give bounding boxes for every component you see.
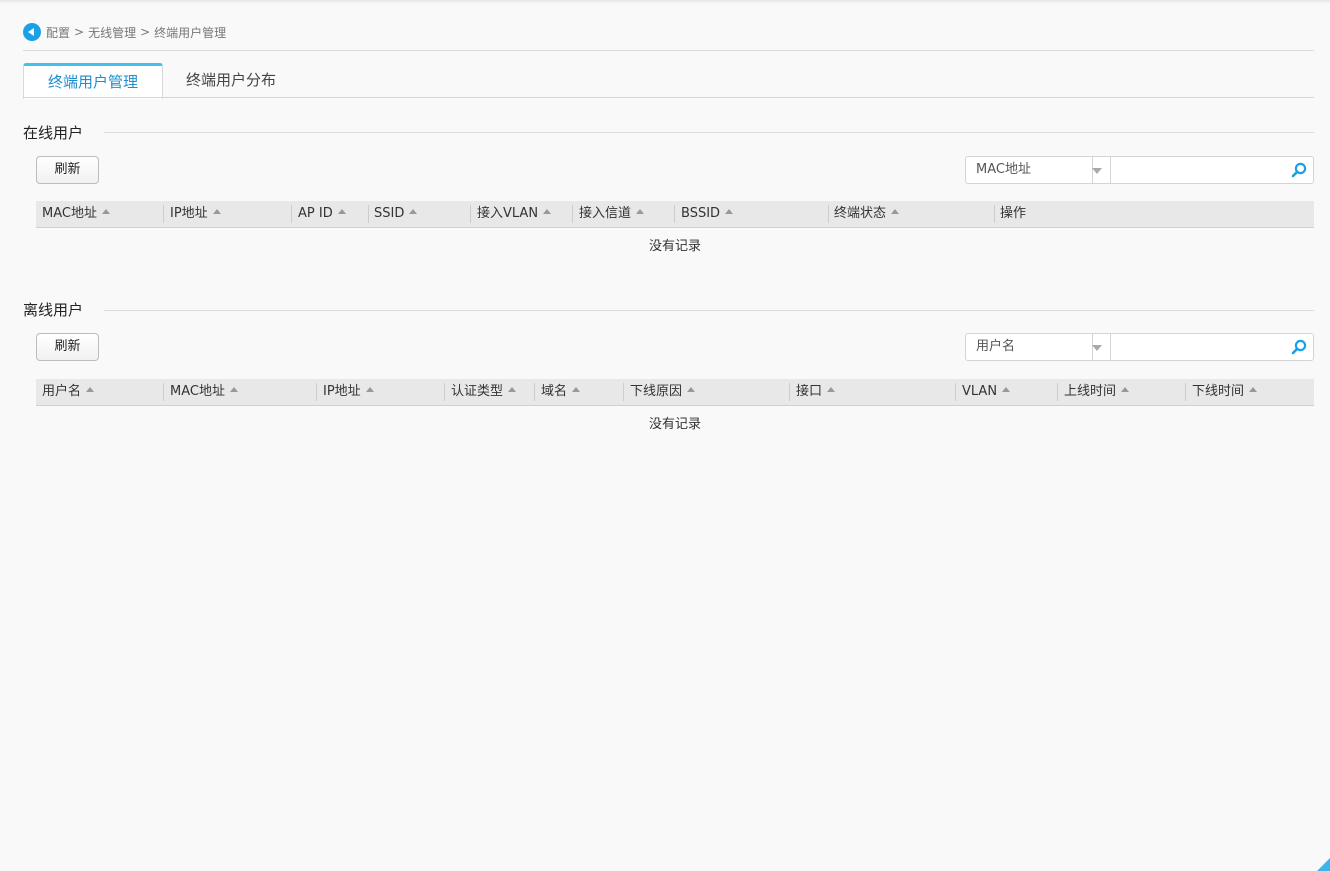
online-table-header: MAC地址 IP地址 AP ID SSID 接入VLAN 接入信道 BSSID … bbox=[36, 201, 1314, 228]
sort-icon bbox=[365, 387, 374, 392]
offline-col-ip[interactable]: IP地址 bbox=[323, 379, 374, 405]
sort-icon bbox=[636, 209, 645, 214]
offline-col-mac[interactable]: MAC地址 bbox=[170, 379, 238, 405]
divider bbox=[23, 50, 1314, 51]
column-divider[interactable] bbox=[994, 205, 995, 223]
chevron-down-icon[interactable] bbox=[1083, 334, 1111, 360]
online-users-title: 在线用户 bbox=[23, 124, 84, 142]
sort-icon bbox=[409, 209, 418, 214]
search-icon[interactable] bbox=[1291, 339, 1307, 355]
breadcrumb: 配置 > 无线管理 > 终端用户管理 bbox=[23, 23, 226, 41]
column-divider[interactable] bbox=[534, 383, 535, 401]
offline-table-header: 用户名 MAC地址 IP地址 认证类型 域名 下线原因 接口 VLAN 上线时间… bbox=[36, 379, 1314, 406]
offline-col-vlan[interactable]: VLAN bbox=[962, 379, 1011, 405]
online-col-apid[interactable]: AP ID bbox=[298, 201, 346, 227]
column-divider[interactable] bbox=[163, 383, 164, 401]
chevron-down-icon[interactable] bbox=[1083, 157, 1111, 183]
online-refresh-button[interactable]: 刷新 bbox=[36, 156, 99, 184]
breadcrumb-item-wireless[interactable]: 无线管理 bbox=[88, 24, 136, 41]
sort-icon bbox=[86, 387, 95, 392]
section-divider bbox=[104, 132, 1314, 133]
offline-col-interface[interactable]: 接口 bbox=[796, 379, 836, 405]
online-col-status[interactable]: 终端状态 bbox=[834, 201, 900, 227]
offline-col-reason[interactable]: 下线原因 bbox=[630, 379, 696, 405]
column-divider[interactable] bbox=[1057, 383, 1058, 401]
breadcrumb-item-config[interactable]: 配置 bbox=[46, 24, 70, 41]
sort-icon bbox=[725, 209, 734, 214]
online-search-box: MAC地址 bbox=[965, 156, 1314, 184]
column-divider[interactable] bbox=[828, 205, 829, 223]
column-divider[interactable] bbox=[316, 383, 317, 401]
tab-terminal-user-distribution[interactable]: 终端用户分布 bbox=[162, 63, 300, 97]
sort-icon bbox=[508, 387, 517, 392]
sort-icon bbox=[1121, 387, 1130, 392]
column-divider[interactable] bbox=[789, 383, 790, 401]
offline-col-online-time[interactable]: 上线时间 bbox=[1064, 379, 1130, 405]
back-arrow-icon[interactable] bbox=[23, 23, 41, 41]
column-divider[interactable] bbox=[368, 205, 369, 223]
tab-baseline bbox=[23, 97, 1314, 98]
sort-icon bbox=[101, 209, 110, 214]
tab-terminal-user-management[interactable]: 终端用户管理 bbox=[23, 63, 163, 99]
top-shadow bbox=[0, 0, 1330, 4]
sort-icon bbox=[687, 387, 696, 392]
offline-search-input[interactable] bbox=[1113, 336, 1287, 358]
offline-users-title: 离线用户 bbox=[23, 301, 84, 319]
offline-col-offline-time[interactable]: 下线时间 bbox=[1192, 379, 1258, 405]
offline-search-field-select[interactable]: 用户名 bbox=[966, 334, 1093, 360]
online-search-input[interactable] bbox=[1113, 159, 1287, 181]
column-divider[interactable] bbox=[444, 383, 445, 401]
column-divider[interactable] bbox=[623, 383, 624, 401]
sort-icon bbox=[229, 387, 238, 392]
breadcrumb-separator: > bbox=[74, 25, 85, 39]
breadcrumb-item-current: 终端用户管理 bbox=[154, 25, 227, 40]
sort-icon bbox=[543, 209, 552, 214]
online-col-action: 操作 bbox=[1000, 206, 1027, 221]
offline-col-username[interactable]: 用户名 bbox=[42, 379, 95, 405]
column-divider[interactable] bbox=[572, 205, 573, 223]
resize-corner-icon[interactable] bbox=[1317, 858, 1330, 871]
offline-refresh-button[interactable]: 刷新 bbox=[36, 333, 99, 361]
offline-search-box: 用户名 bbox=[965, 333, 1314, 361]
online-col-ip[interactable]: IP地址 bbox=[170, 201, 221, 227]
online-col-channel[interactable]: 接入信道 bbox=[579, 201, 645, 227]
offline-col-domain[interactable]: 域名 bbox=[541, 379, 581, 405]
column-divider[interactable] bbox=[955, 383, 956, 401]
column-divider[interactable] bbox=[1185, 383, 1186, 401]
column-divider[interactable] bbox=[291, 205, 292, 223]
breadcrumb-separator: > bbox=[140, 25, 151, 39]
online-col-bssid[interactable]: BSSID bbox=[681, 201, 734, 227]
sort-icon bbox=[1249, 387, 1258, 392]
sort-icon bbox=[1002, 387, 1011, 392]
column-divider[interactable] bbox=[470, 205, 471, 223]
sort-icon bbox=[572, 387, 581, 392]
sort-icon bbox=[212, 209, 221, 214]
search-icon[interactable] bbox=[1291, 162, 1307, 178]
sort-icon bbox=[891, 209, 900, 214]
sort-icon bbox=[827, 387, 836, 392]
section-divider bbox=[104, 310, 1314, 311]
online-empty-message: 没有记录 bbox=[648, 239, 701, 254]
sort-icon bbox=[337, 209, 346, 214]
offline-empty-message: 没有记录 bbox=[648, 417, 701, 432]
online-col-mac[interactable]: MAC地址 bbox=[42, 201, 110, 227]
online-col-vlan[interactable]: 接入VLAN bbox=[477, 201, 552, 227]
online-search-field-select[interactable]: MAC地址 bbox=[966, 157, 1093, 183]
offline-col-auth-type[interactable]: 认证类型 bbox=[451, 379, 517, 405]
online-col-ssid[interactable]: SSID bbox=[374, 201, 418, 227]
column-divider[interactable] bbox=[674, 205, 675, 223]
column-divider[interactable] bbox=[163, 205, 164, 223]
